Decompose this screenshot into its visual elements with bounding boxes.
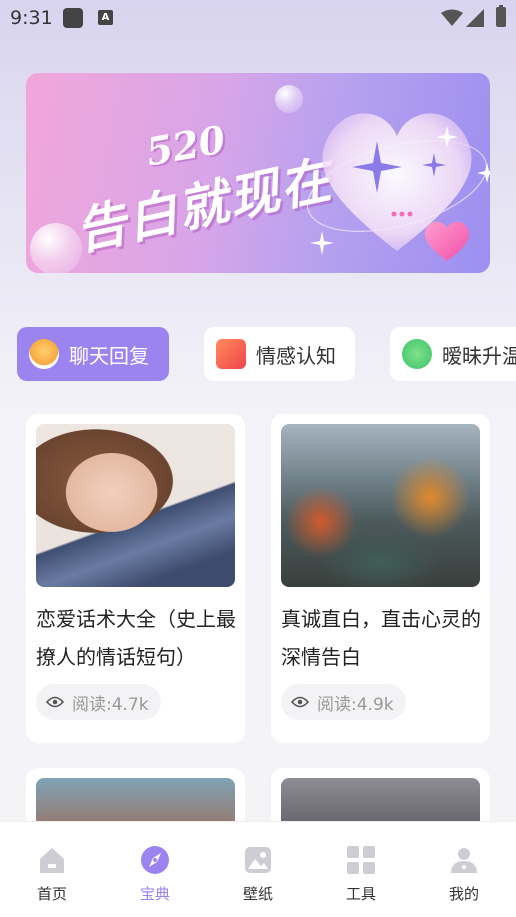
bubble-decoration (30, 223, 82, 273)
bottom-navigation: 首页 宝典 壁纸 工具 我的 (0, 821, 516, 917)
compass-icon (141, 846, 169, 874)
article-card[interactable]: 恋爱话术大全（史上最撩人的情话短句） 阅读:4.7k (26, 414, 245, 743)
nav-tools[interactable]: 工具 (321, 822, 401, 917)
user-icon (451, 848, 477, 873)
nav-wallpaper[interactable]: 壁纸 (218, 822, 298, 917)
chip-label: 情感认知 (256, 343, 336, 368)
battery-icon (496, 5, 506, 27)
chat-bubble-icon (402, 339, 432, 369)
eye-icon (291, 696, 309, 708)
nav-profile[interactable]: 我的 (424, 822, 504, 917)
article-image (36, 424, 235, 587)
signal-icon (466, 9, 484, 27)
nav-label: 我的 (448, 885, 479, 903)
nav-guide[interactable]: 宝典 (115, 822, 195, 917)
read-count-badge: 阅读:4.7k (36, 684, 161, 720)
keyboard-notification-icon: A (98, 10, 113, 25)
wifi-icon (441, 9, 463, 26)
chip-label: 暧昧升温 (442, 343, 516, 368)
article-card[interactable] (26, 768, 245, 828)
nav-label: 宝典 (139, 885, 170, 903)
app-notification-icon (63, 8, 83, 28)
read-count: 阅读:4.7k (72, 694, 149, 715)
wallpaper-icon (245, 847, 271, 873)
category-emotional-cognition[interactable]: 情感认知 (204, 327, 355, 381)
category-ambiguous-warming[interactable]: 暧昧升温 (390, 327, 516, 381)
promo-banner[interactable]: 520 告白就现在 (26, 73, 490, 273)
status-bar: 9:31 A (0, 0, 516, 36)
article-title: 真诚直白，直击心灵的深情告白 (281, 607, 481, 669)
nav-label: 壁纸 (242, 885, 273, 903)
chip-label: 聊天回复 (69, 343, 149, 368)
status-time: 9:31 (10, 7, 53, 29)
heart-icon (306, 113, 490, 261)
read-count: 阅读:4.9k (317, 694, 394, 715)
home-icon (40, 848, 64, 873)
article-card[interactable]: 真诚直白，直击心灵的深情告白 阅读:4.9k (271, 414, 490, 743)
bubble-decoration (275, 85, 303, 113)
article-card[interactable] (271, 768, 490, 828)
category-chat-reply[interactable]: 聊天回复 (17, 327, 169, 381)
nav-label: 工具 (345, 885, 376, 903)
nav-label: 首页 (36, 885, 67, 903)
article-title: 恋爱话术大全（史上最撩人的情话短句） (36, 607, 236, 669)
heart-message-icon (216, 339, 246, 369)
chat-reply-icon (29, 339, 59, 369)
grid-icon (347, 846, 375, 874)
nav-home[interactable]: 首页 (12, 822, 92, 917)
read-count-badge: 阅读:4.9k (281, 684, 406, 720)
eye-icon (46, 696, 64, 708)
article-image (281, 424, 480, 587)
